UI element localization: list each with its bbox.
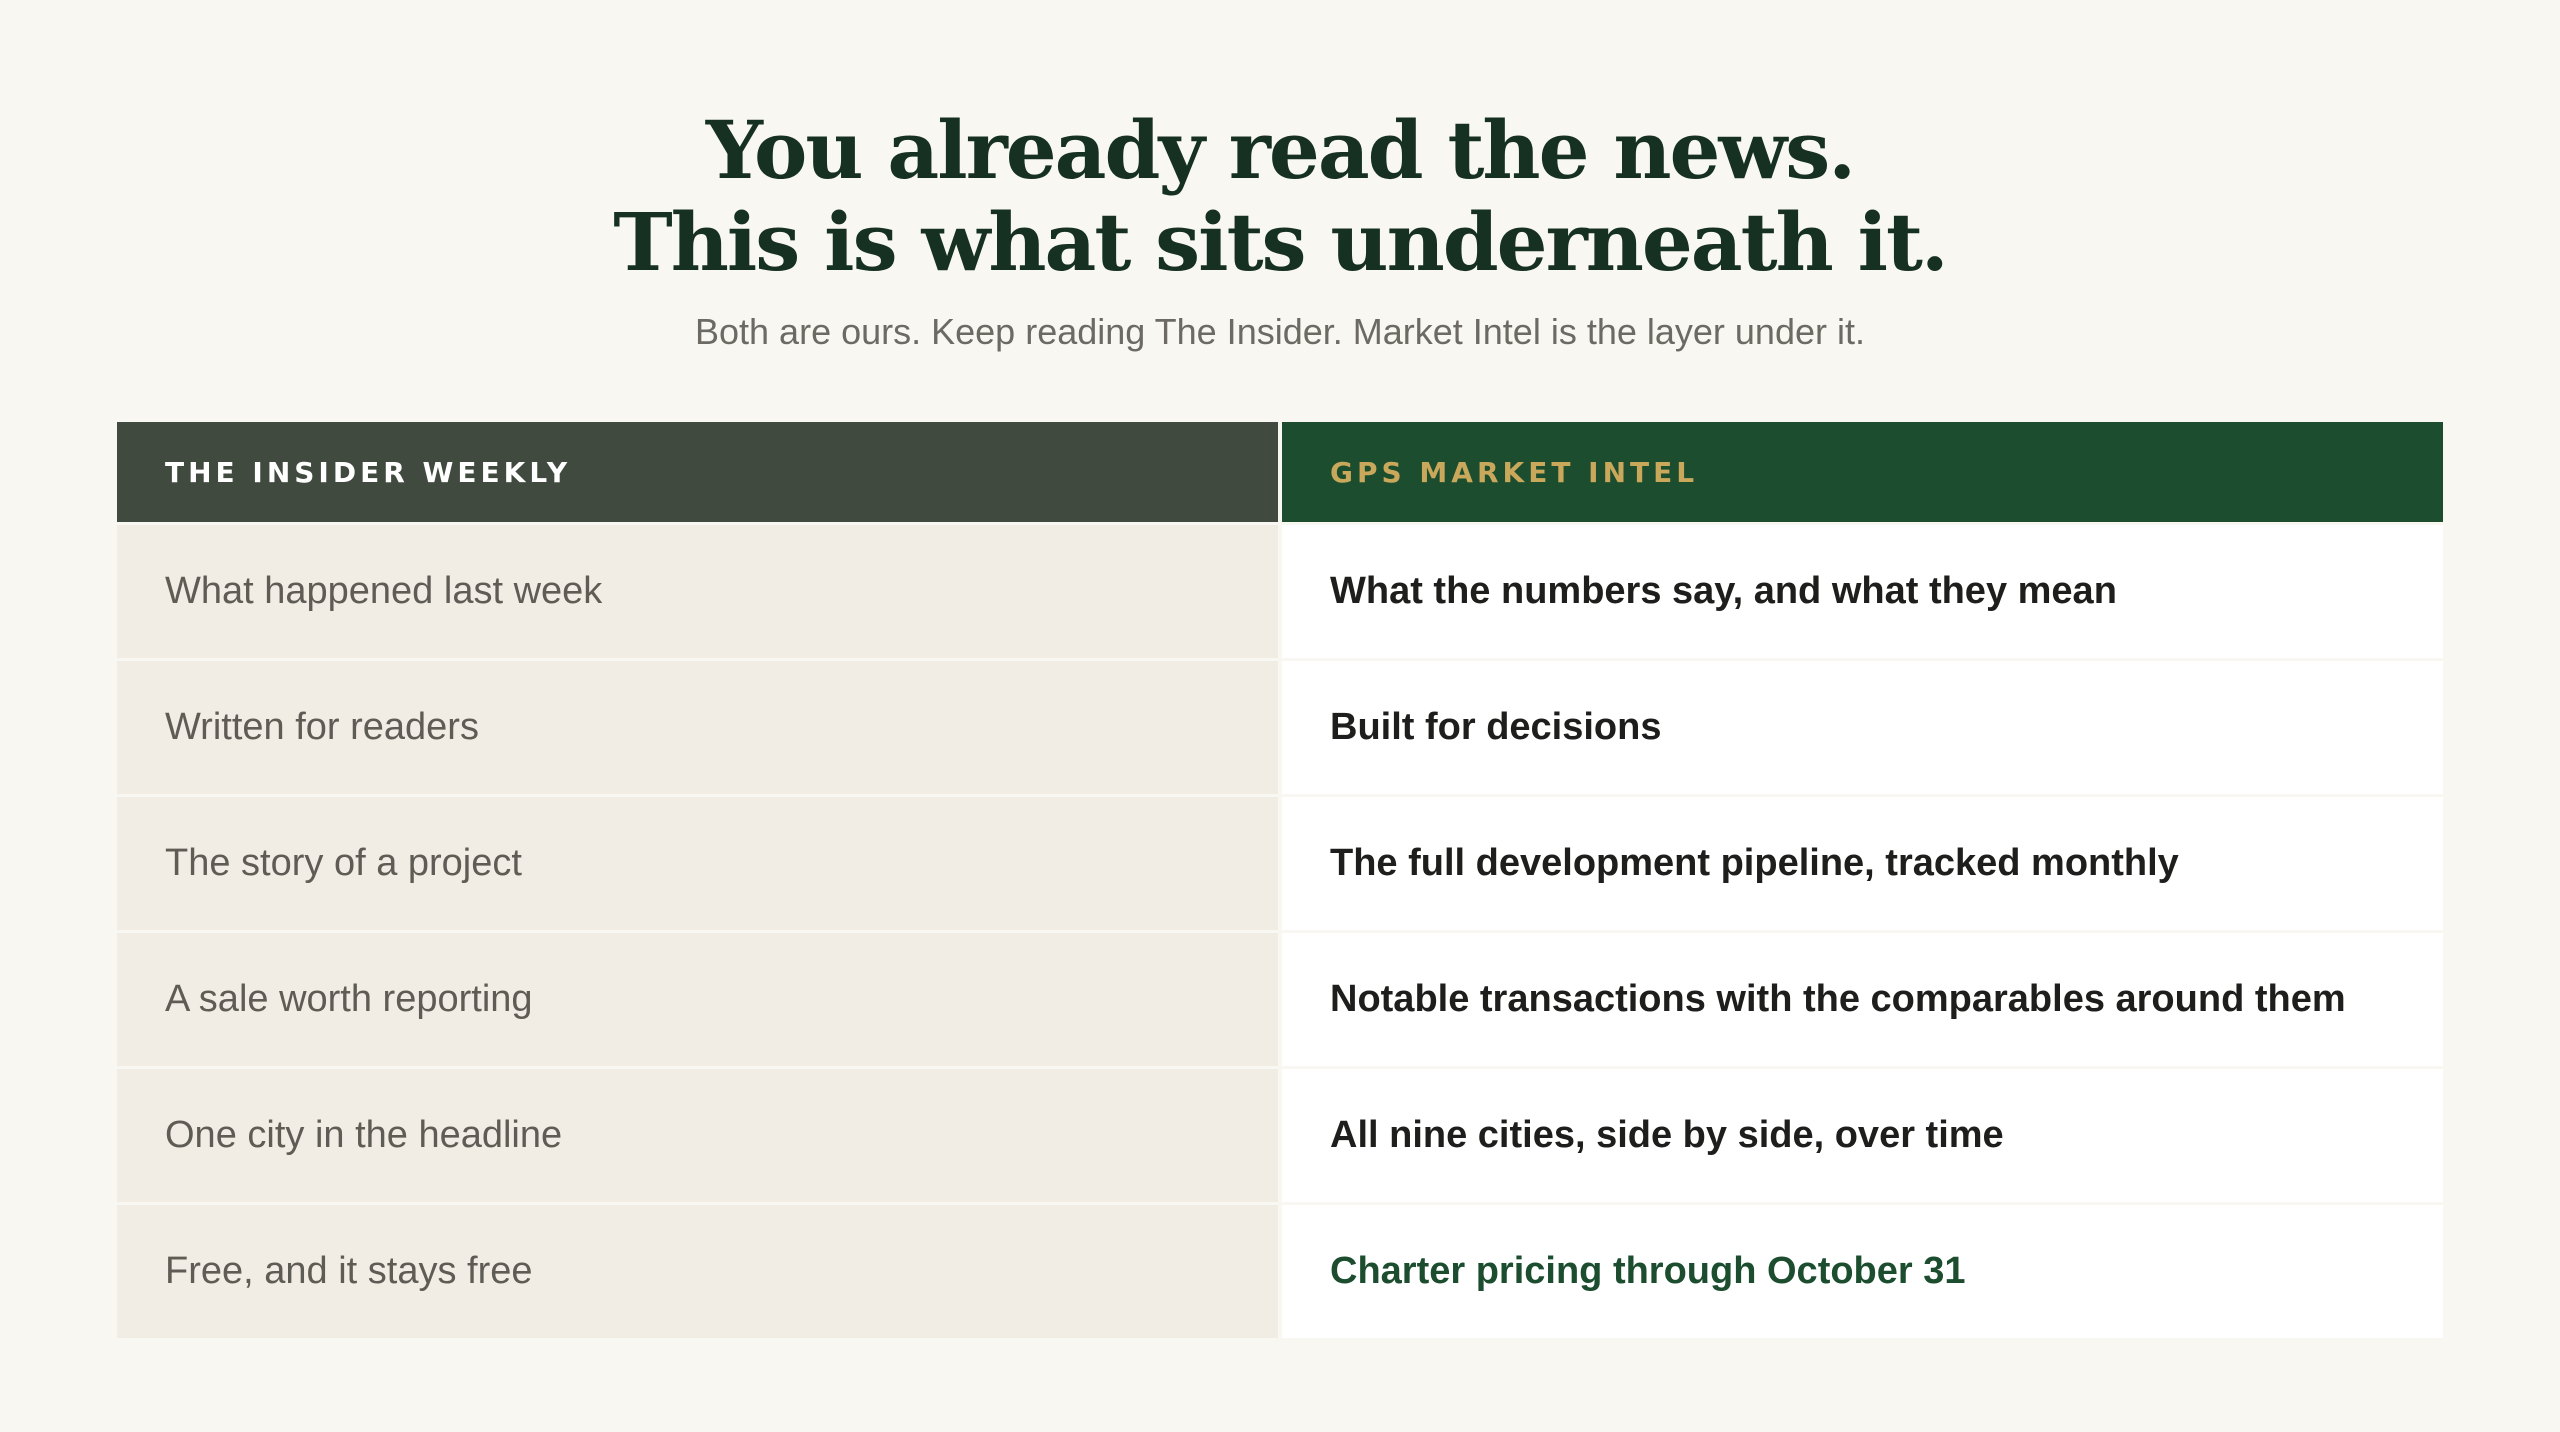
market-intel-cell: Notable transactions with the comparable…: [1282, 933, 2443, 1066]
insider-cell: Written for readers: [117, 661, 1278, 794]
comparison-row: Written for readers Built for decisions: [117, 661, 2443, 794]
comparison-row: What happened last week What the numbers…: [117, 525, 2443, 658]
insider-cell: One city in the headline: [117, 1069, 1278, 1202]
comparison-table: THE INSIDER WEEKLY GPS MARKET INTEL What…: [117, 422, 2443, 1338]
subtitle: Both are ours. Keep reading The Insider.…: [695, 311, 1865, 352]
market-intel-cell: The full development pipeline, tracked m…: [1282, 797, 2443, 930]
insider-cell: A sale worth reporting: [117, 933, 1278, 1066]
market-intel-cell: Built for decisions: [1282, 661, 2443, 794]
comparison-row: A sale worth reporting Notable transacti…: [117, 933, 2443, 1066]
headline-line-2: This is what sits underneath it.: [613, 195, 1949, 289]
comparison-row: The story of a project The full developm…: [117, 797, 2443, 930]
comparison-row: One city in the headline All nine cities…: [117, 1069, 2443, 1202]
headline-line-1: You already read the news.: [705, 103, 1856, 197]
column-header-insider-weekly: THE INSIDER WEEKLY: [117, 422, 1278, 522]
comparison-header: THE INSIDER WEEKLY GPS MARKET INTEL: [117, 422, 2443, 522]
market-intel-cell: All nine cities, side by side, over time: [1282, 1069, 2443, 1202]
market-intel-cell: What the numbers say, and what they mean: [1282, 525, 2443, 658]
charter-pricing-cell: Charter pricing through October 31: [1282, 1205, 2443, 1338]
comparison-row: Free, and it stays free Charter pricing …: [117, 1205, 2443, 1338]
insider-cell: The story of a project: [117, 797, 1278, 930]
insider-cell: Free, and it stays free: [117, 1205, 1278, 1338]
insider-cell: What happened last week: [117, 525, 1278, 658]
column-header-market-intel: GPS MARKET INTEL: [1282, 422, 2443, 522]
